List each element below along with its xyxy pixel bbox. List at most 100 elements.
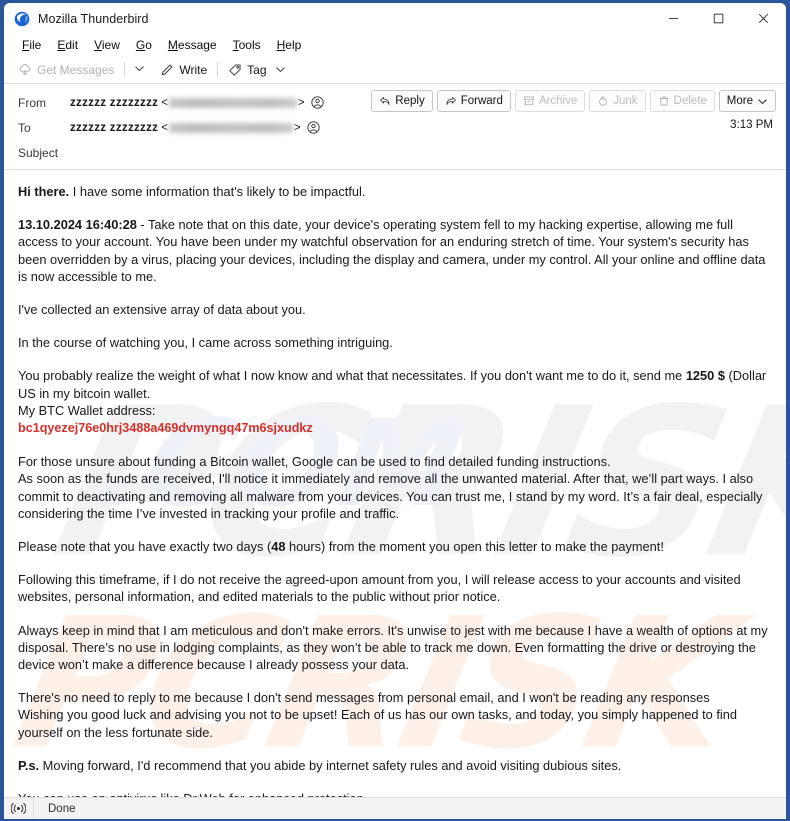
maximize-icon xyxy=(713,13,724,24)
menu-item-go[interactable]: Go xyxy=(128,37,160,53)
btc-address-value: bc1qyezej76e0hrj3488a469dvmyngq47m6sjxud… xyxy=(18,421,313,436)
tag-dropdown-button[interactable] xyxy=(275,64,286,75)
email-open-bracket: < xyxy=(161,96,168,109)
paragraph-meticulous: Always keep in mind that I am meticulous… xyxy=(18,622,768,673)
subject-row: Subject xyxy=(4,140,786,165)
download-cloud-icon xyxy=(19,63,31,75)
to-display-name: zzzzzz zzzzzzzz xyxy=(70,121,159,134)
title-bar: Mozilla Thunderbird xyxy=(4,3,786,34)
menu-bar: File Edit View Go Message Tools Help xyxy=(4,34,786,56)
paragraph-funds-received: As soon as the funds are received, I'll … xyxy=(18,471,763,521)
toolbar-separator-1 xyxy=(124,62,126,77)
ps-bold: P.s. xyxy=(18,757,40,773)
thunderbird-logo-icon xyxy=(14,11,30,27)
get-messages-button[interactable]: Get Messages xyxy=(13,61,119,79)
forward-label: Forward xyxy=(460,95,503,107)
paragraph-antivirus: You can use an antivirus like Dr.Web for… xyxy=(18,790,772,797)
status-text: Done xyxy=(48,802,76,815)
paragraph-funding: For those unsure about funding a Bitcoin… xyxy=(18,454,611,470)
btc-wallet-address: bc1qyezej76e0hrj3488a469dvmyngq47m6sjxud… xyxy=(18,419,772,437)
archive-label: Archive xyxy=(538,95,578,107)
email-close-bracket: > xyxy=(297,96,305,109)
from-label: From xyxy=(18,95,46,110)
paragraph-intriguing: In the course of watching you, I came ac… xyxy=(18,335,393,351)
chevron-down-icon xyxy=(758,98,767,104)
tag-icon xyxy=(229,63,241,76)
paragraph-following: Following this timeframe, if I do not re… xyxy=(18,572,741,605)
from-email: < > xyxy=(161,97,304,109)
deadline-post: hours) from the moment you open this let… xyxy=(285,539,664,555)
tag-button[interactable]: Tag xyxy=(223,61,290,79)
menu-accesskey: H xyxy=(276,38,286,52)
get-messages-label: Get Messages xyxy=(37,62,115,77)
menu-item-tools[interactable]: Tools xyxy=(225,37,269,53)
menu-item-label: iew xyxy=(101,38,120,52)
contact-avatar-icon[interactable] xyxy=(307,121,320,134)
delete-button[interactable]: Delete xyxy=(649,90,715,112)
message-timestamp: 3:13 PM xyxy=(730,119,773,131)
menu-item-file[interactable]: File xyxy=(14,37,49,53)
greeting-rest: I have some information that's likely to… xyxy=(69,184,366,199)
menu-item-label: ile xyxy=(29,38,42,52)
deadline-hours: 48 xyxy=(271,539,286,555)
menu-accesskey: M xyxy=(167,38,178,52)
menu-item-label: elp xyxy=(285,38,302,52)
pencil-icon xyxy=(162,64,173,75)
forward-button[interactable]: Forward xyxy=(436,90,511,112)
to-email-redacted xyxy=(168,122,293,133)
trash-icon xyxy=(659,96,668,106)
junk-flame-icon xyxy=(599,95,608,106)
menu-accesskey: V xyxy=(94,38,102,52)
menu-item-label: essage xyxy=(177,38,217,52)
minimize-button[interactable] xyxy=(651,3,696,34)
to-value[interactable]: zzzzzz zzzzzzzz < > xyxy=(70,121,320,134)
menu-item-edit[interactable]: Edit xyxy=(49,37,86,53)
ps-rest: Moving forward, I'd recommend that you a… xyxy=(39,757,622,773)
paragraph-goodluck: Wishing you good luck and advising you n… xyxy=(18,707,737,740)
paragraph-collected: I've collected an extensive array of dat… xyxy=(18,302,306,318)
menu-item-label: ools xyxy=(238,38,261,52)
thunderbird-window: Mozilla Thunderbird File Edit View Go Me… xyxy=(0,0,790,821)
menu-item-view[interactable]: View xyxy=(86,37,128,53)
paragraph-deadline: Please note that you have exactly two da… xyxy=(18,538,772,555)
minimize-icon xyxy=(669,18,678,19)
junk-label: Junk xyxy=(613,95,638,107)
contact-avatar-icon[interactable] xyxy=(311,96,324,109)
paragraph-noreply: There's no need to reply to me because I… xyxy=(18,690,710,706)
reply-arrow-icon xyxy=(380,96,390,105)
reply-button[interactable]: Reply xyxy=(371,90,433,112)
ransom-amount: 1250 $ xyxy=(685,368,725,384)
broadcast-icon xyxy=(4,798,34,819)
menu-item-label: o xyxy=(145,38,152,52)
paragraph-timestamp: 13.10.2024 16:40:28 - Take note that on … xyxy=(18,216,772,285)
write-button[interactable]: Write xyxy=(155,61,212,79)
message-header: Reply Forward Archive Junk Delete More F… xyxy=(4,84,786,170)
chevron-down-icon xyxy=(275,67,285,73)
subject-label: Subject xyxy=(18,145,59,160)
maximize-button[interactable] xyxy=(696,3,741,34)
greeting-bold: Hi there. xyxy=(18,184,70,199)
window-title: Mozilla Thunderbird xyxy=(38,11,149,26)
paragraph-ps: P.s. Moving forward, I'd recommend that … xyxy=(18,757,772,774)
message-body-content: Hi there. I have some information that's… xyxy=(18,183,772,797)
from-value[interactable]: zzzzzz zzzzzzzz < > xyxy=(70,96,324,109)
archive-button[interactable]: Archive xyxy=(514,90,586,112)
close-icon xyxy=(758,13,769,24)
from-display-name: zzzzzz zzzzzzzz xyxy=(70,96,159,109)
window-controls xyxy=(651,3,786,34)
tag-label: Tag xyxy=(247,62,267,77)
menu-item-help[interactable]: Help xyxy=(269,37,310,53)
close-button[interactable] xyxy=(741,3,786,34)
demand-pre: You probably realize the weight of what … xyxy=(18,368,686,384)
menu-item-label: dit xyxy=(65,38,79,52)
more-button[interactable]: More xyxy=(718,90,776,112)
to-label: To xyxy=(18,120,31,135)
message-body: PCRISK PCRISK .COM Hi there. I have some… xyxy=(4,170,786,797)
email-close-bracket: > xyxy=(293,121,301,134)
get-messages-dropdown-button[interactable] xyxy=(130,59,149,81)
more-label: More xyxy=(726,95,753,107)
junk-button[interactable]: Junk xyxy=(589,90,646,112)
delete-label: Delete xyxy=(673,95,707,107)
paragraph-greeting: Hi there. I have some information that's… xyxy=(18,183,772,200)
menu-item-message[interactable]: Message xyxy=(160,37,225,53)
